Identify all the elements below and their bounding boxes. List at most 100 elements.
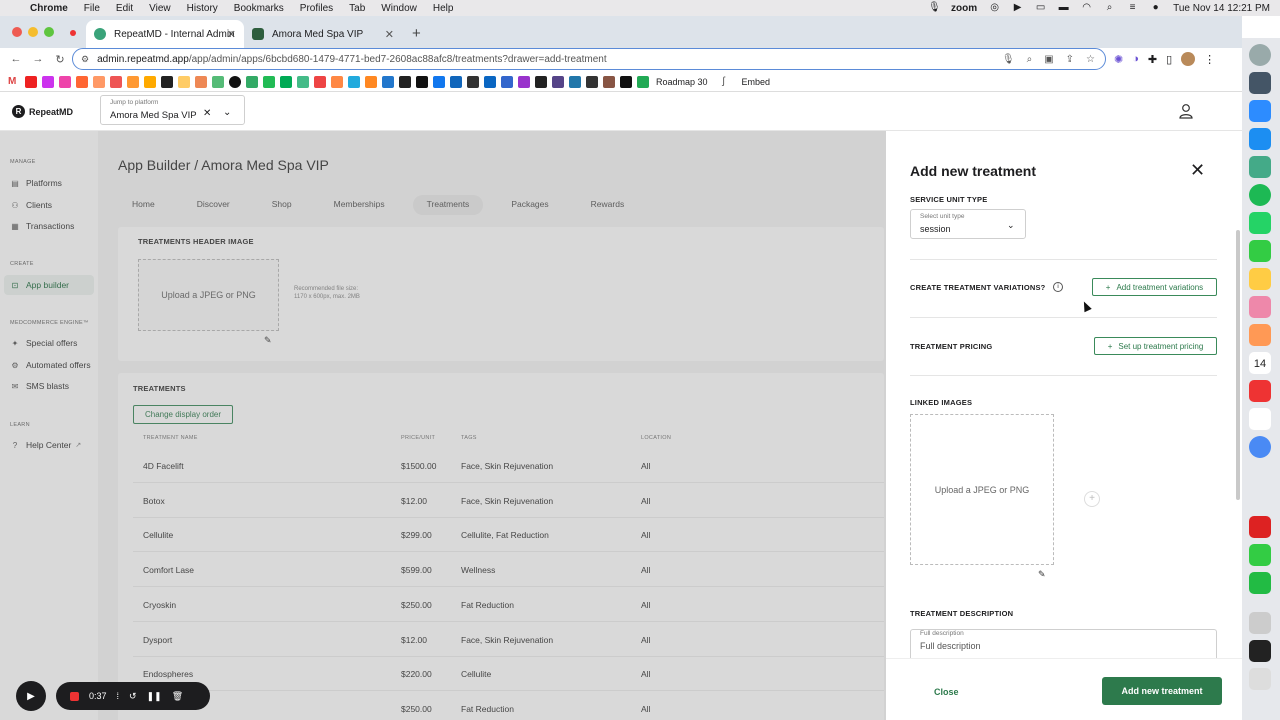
sidebar-icon[interactable]: ▯ [1166,53,1172,66]
bookmark-icon[interactable] [246,75,258,88]
finder-icon[interactable] [1249,44,1271,66]
minimize-window-icon[interactable] [28,27,38,37]
site-info-icon[interactable]: ⚙ [81,54,89,65]
control-icon[interactable]: ◎ [989,3,1000,13]
close-tab-icon[interactable]: ✕ [385,28,394,41]
battery-icon[interactable]: ▬ [1058,3,1069,13]
bookmark-icon[interactable] [450,75,462,88]
tab-amora[interactable]: Amora Med Spa VIP ✕ [244,20,402,48]
clock[interactable]: Tue Nov 14 12:21 PM [1173,3,1270,14]
bookmark-icon[interactable] [144,75,156,88]
extensions-puzzle-icon[interactable]: ✚ [1148,53,1157,66]
menu-help[interactable]: Help [433,3,454,14]
edit-pencil-icon[interactable]: ✎ [1038,569,1046,580]
instagram-bookmark-icon[interactable] [42,75,54,88]
wifi-icon[interactable]: ◠ [1081,3,1092,13]
bookmark-icon[interactable] [399,75,411,88]
zoom-page-icon[interactable]: ⌕ [1027,54,1033,65]
bookmark-icon[interactable] [127,75,139,88]
share-icon[interactable]: ⇪ [1066,54,1074,65]
set-up-pricing-button[interactable]: + Set up treatment pricing [1094,337,1217,355]
bookmark-icon[interactable] [212,75,224,88]
microphone-icon[interactable]: 🎙 [928,3,941,13]
restart-icon[interactable]: ↺ [129,691,137,702]
menu-window[interactable]: Window [381,3,417,14]
app-icon[interactable] [1249,72,1271,94]
slack-icon[interactable] [1249,408,1271,430]
menu-dots-icon[interactable]: ⋮ [1204,53,1215,66]
delete-icon[interactable]: 🗑 [172,691,183,702]
app-icon[interactable] [1249,516,1271,538]
maximize-window-icon[interactable] [44,27,54,37]
photos-icon[interactable] [1249,324,1271,346]
terminal-icon[interactable] [1249,640,1271,662]
bookmark-icon[interactable] [280,75,292,88]
user-icon[interactable] [1178,103,1194,119]
reload-icon[interactable]: ↻ [52,53,68,66]
close-icon[interactable]: ✕ [1190,161,1205,179]
bookmark-icon[interactable] [76,75,88,88]
bookmark-icon[interactable] [552,75,564,88]
description-field[interactable]: Full description Full description [910,629,1217,659]
embed-bookmark-icon[interactable]: ʃ [722,75,735,88]
trash-icon[interactable] [1249,668,1271,690]
bookmark-icon[interactable] [297,75,309,88]
whatsapp-icon[interactable] [1249,212,1271,234]
bookmark-icon[interactable] [59,75,71,88]
menu-history[interactable]: History [187,3,218,14]
stop-recording-icon[interactable] [70,691,79,701]
info-icon[interactable]: i [1053,282,1063,292]
close-button[interactable]: Close [934,687,959,697]
forward-icon[interactable]: → [30,53,46,65]
camera-icon[interactable]: ▶ [16,681,46,711]
profile-avatar[interactable] [1181,52,1196,66]
back-icon[interactable]: ← [8,53,24,65]
address-bar[interactable]: ⚙ admin.repeatmd.app/app/admin/apps/6bcb… [72,48,1106,70]
drawer-scrollbar[interactable] [1236,230,1240,500]
add-treatment-variations-button[interactable]: + Add treatment variations [1092,278,1217,296]
camera-icon[interactable]: ▣ [1044,54,1053,65]
overlay-backdrop[interactable] [0,131,886,720]
spotify-icon[interactable] [1249,184,1271,206]
launchpad-icon[interactable] [1249,296,1271,318]
messages-icon[interactable] [1249,240,1271,262]
facebook-bookmark-icon[interactable] [433,75,445,88]
control-center-icon[interactable]: ≡ [1127,3,1138,13]
bookmark-icon[interactable] [229,75,241,88]
bookmark-icon[interactable] [586,75,598,88]
bookmark-icon[interactable] [93,75,105,88]
bookmark-icon[interactable] [569,75,581,88]
roadmap-bookmark-icon[interactable] [637,75,649,88]
linkedin-bookmark-icon[interactable] [484,75,496,88]
menu-profiles[interactable]: Profiles [300,3,333,14]
new-tab-icon[interactable]: + [412,25,421,42]
extension-2-icon[interactable]: ◑ [1132,53,1139,65]
bookmark-icon[interactable] [467,75,479,88]
menu-bookmarks[interactable]: Bookmarks [234,3,284,14]
close-window-icon[interactable] [12,27,22,37]
menu-app[interactable]: Chrome [30,3,68,14]
bookmark-icon[interactable] [263,75,275,88]
repeatmd-logo[interactable]: R RepeatMD [12,105,73,118]
facetime-icon[interactable] [1249,544,1271,566]
pause-icon[interactable]: ❚❚ [147,691,162,702]
news-icon[interactable] [1249,380,1271,402]
preview-icon[interactable] [1249,612,1271,634]
bookmark-icon[interactable] [620,75,632,88]
roadmap-bookmark[interactable]: Roadmap 30 [656,77,708,87]
drag-handle-icon[interactable]: ⁞ [117,691,120,701]
gmail-bookmark-icon[interactable]: M [8,75,20,88]
bookmark-icon[interactable] [535,75,547,88]
bookmark-icon[interactable] [603,75,615,88]
screen-icon[interactable]: ▭ [1035,3,1046,13]
chevron-down-icon[interactable]: ⌄ [223,107,231,118]
bookmark-icon[interactable] [416,75,428,88]
jump-to-platform-select[interactable]: Jump to platform Amora Med Spa VIP ✕ ⌄ [100,95,245,125]
bookmark-icon[interactable] [161,75,173,88]
tab-repeatmd[interactable]: RepeatMD - Internal Admin ✕ [86,20,244,48]
maps-icon[interactable] [1249,156,1271,178]
chrome-icon[interactable] [1249,436,1271,458]
embed-bookmark[interactable]: Embed [742,77,771,87]
calendar-icon[interactable]: 14 [1249,352,1271,374]
bookmark-icon[interactable] [110,75,122,88]
